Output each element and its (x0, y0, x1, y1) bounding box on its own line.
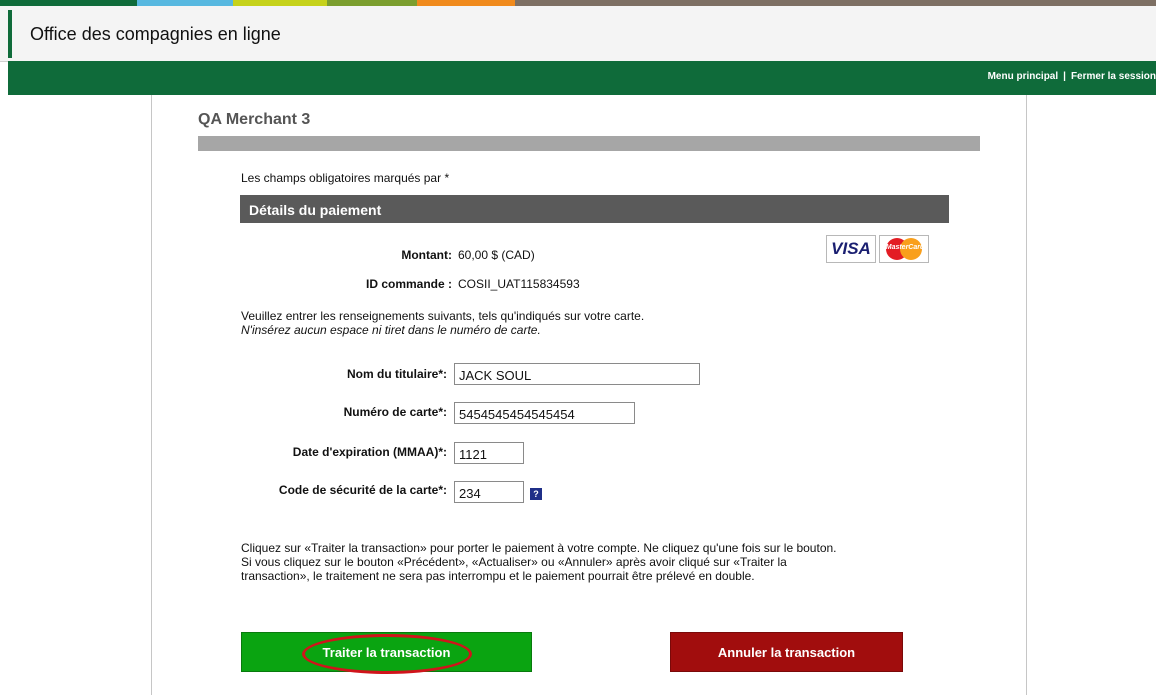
amount-value: 60,00 $ (CAD) (458, 248, 535, 262)
mastercard-logo-text: MasterCard (885, 244, 925, 251)
nav-bar: Menu principal | Fermer la session (8, 61, 1156, 95)
accepted-cards: VISA MasterCard (826, 235, 929, 263)
app-header: Office des compagnies en ligne (0, 6, 1156, 62)
security-code-input[interactable] (454, 481, 524, 503)
merchant-divider (198, 136, 980, 151)
nav-separator: | (1063, 71, 1066, 82)
visa-logo-icon: VISA (826, 235, 876, 263)
transaction-notice: Cliquez sur «Traiter la transaction» pou… (241, 541, 961, 583)
holder-name-label: Nom du titulaire*: (346, 367, 447, 381)
instruction-line: Veuillez entrer les renseignements suiva… (241, 309, 645, 323)
help-icon[interactable]: ? (530, 488, 542, 500)
expiry-label: Date d'expiration (MMAA)*: (292, 445, 447, 459)
notice-line: Si vous cliquez sur le bouton «Précédent… (241, 555, 787, 569)
section-title: Détails du paiement (249, 202, 382, 218)
main-menu-link[interactable]: Menu principal (988, 71, 1059, 82)
payment-panel: QA Merchant 3 Les champs obligatoires ma… (151, 95, 1027, 695)
card-instructions: Veuillez entrer les renseignements suiva… (241, 309, 644, 337)
required-fields-note: Les champs obligatoires marqués par * (241, 171, 450, 185)
cancel-transaction-button[interactable]: Annuler la transaction (670, 632, 903, 672)
holder-name-input[interactable] (454, 363, 700, 385)
card-number-label: Numéro de carte*: (343, 405, 447, 419)
notice-line: transaction», le traitement ne sera pas … (241, 569, 755, 583)
mastercard-logo-icon: MasterCard (879, 235, 929, 263)
nav-links: Menu principal | Fermer la session (988, 71, 1156, 82)
order-id-value: COSII_UAT115834593 (458, 277, 580, 291)
merchant-name: QA Merchant 3 (198, 111, 311, 128)
order-id-label: ID commande : (365, 277, 452, 291)
highlight-annotation (302, 634, 472, 674)
app-title: Office des compagnies en ligne (30, 24, 281, 44)
expiry-input[interactable] (454, 442, 524, 464)
logout-link[interactable]: Fermer la session (1071, 71, 1156, 82)
amount-label: Montant: (401, 248, 452, 262)
notice-line: Cliquez sur «Traiter la transaction» pou… (241, 541, 837, 555)
instruction-note: N'insérez aucun espace ni tiret dans le … (241, 323, 541, 337)
header-accent-bar (8, 10, 12, 58)
payment-details-header: Détails du paiement (240, 195, 949, 223)
card-number-input[interactable] (454, 402, 635, 424)
security-code-label: Code de sécurité de la carte*: (278, 483, 447, 497)
